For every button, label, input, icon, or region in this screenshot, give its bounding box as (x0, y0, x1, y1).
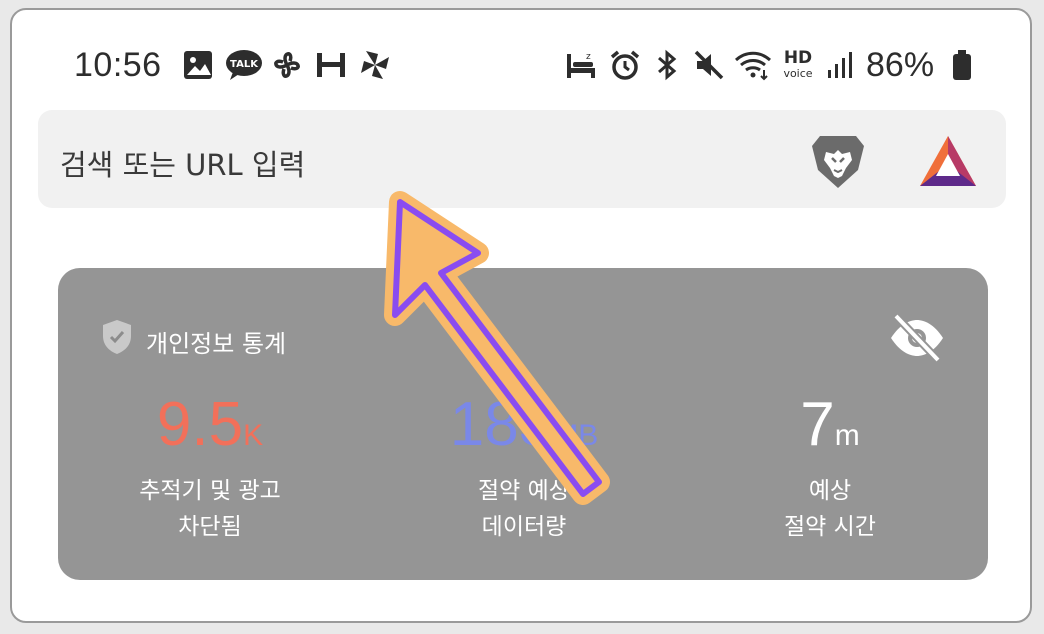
hd-voice-icon: HD voice (783, 48, 813, 81)
eye-off-icon[interactable] (888, 312, 946, 364)
mute-icon (694, 50, 724, 80)
privacy-stats-card: 개인정보 통계 9.5K 추적기 및 광고 차단됨 183MB 절약 예상 데이… (58, 268, 988, 580)
stat-time-saved: 7m 예상 절약 시간 (680, 390, 980, 545)
bluetooth-icon (658, 49, 677, 81)
stat-label: 예상 절약 시간 (784, 478, 876, 540)
stat-trackers-blocked: 9.5K 추적기 및 광고 차단됨 (60, 390, 360, 545)
url-bar[interactable]: 검색 또는 URL 입력 (38, 110, 1006, 208)
brave-lion-icon[interactable] (808, 132, 868, 190)
h-icon (317, 53, 345, 77)
stat-value: 9.5 (156, 390, 244, 459)
phone-screen: 10:56 TALK z HD voice 86% 검색 또는 URL 입력 개… (10, 8, 1032, 623)
battery-percent: 86% (866, 46, 935, 84)
stat-unit: m (834, 419, 860, 452)
bed-icon: z (567, 52, 595, 78)
stat-data-saved: 183MB 절약 예상 데이터량 (374, 390, 674, 545)
pinwheel-icon (361, 51, 389, 79)
signal-icon (828, 52, 852, 78)
battery-icon (953, 50, 971, 80)
status-time: 10:56 (74, 46, 162, 84)
stat-unit: MB (553, 419, 599, 452)
bat-rewards-icon[interactable] (918, 134, 978, 188)
status-bar: 10:56 TALK z HD voice 86% (12, 10, 1030, 94)
svg-text:z: z (586, 52, 591, 62)
wifi-icon (734, 51, 772, 81)
kakaotalk-icon: TALK (226, 50, 262, 80)
alarm-icon (610, 50, 640, 80)
gallery-icon (184, 51, 212, 79)
stat-value: 7 (800, 390, 835, 459)
url-placeholder[interactable]: 검색 또는 URL 입력 (60, 142, 305, 184)
stat-value: 183 (449, 390, 554, 459)
stat-label: 추적기 및 광고 차단됨 (139, 478, 281, 540)
shield-check-icon (103, 320, 131, 354)
fan-icon (274, 52, 300, 78)
stat-unit: K (243, 419, 264, 452)
talk-badge-text: TALK (230, 59, 259, 70)
stat-label: 절약 예상 데이터량 (478, 478, 570, 540)
privacy-stats-title: 개인정보 통계 (146, 330, 287, 358)
